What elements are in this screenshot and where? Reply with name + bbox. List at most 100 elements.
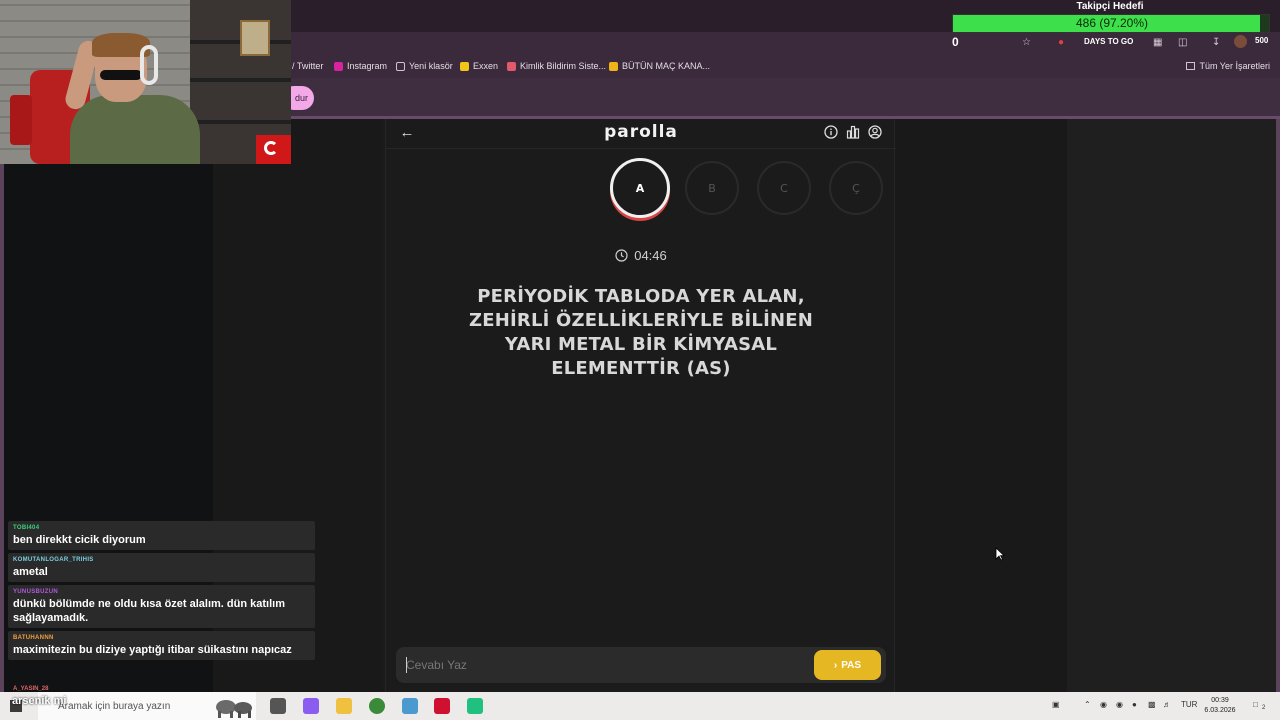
info-icon[interactable] — [824, 125, 838, 139]
chat-text: ametal — [13, 566, 48, 578]
chat-username: KOMUTANLOGAR_TRIHIS — [13, 557, 94, 563]
chrome-icon[interactable] — [369, 698, 385, 714]
follower-goal-title: Takipçi Hedefi — [1076, 1, 1144, 12]
task-view-icon[interactable] — [270, 698, 286, 714]
letter-label: Ç — [852, 181, 860, 195]
copilot-icon[interactable] — [303, 698, 319, 714]
instagram-icon — [334, 61, 343, 71]
answer-input[interactable] — [406, 655, 796, 675]
right-panel — [1067, 119, 1280, 692]
chat-text: ben direkkt cicik diyorum — [13, 534, 146, 546]
shelf-plank — [190, 78, 291, 82]
bookmark-label: Instagram — [347, 61, 388, 71]
language-indicator[interactable]: TUR — [1181, 700, 1197, 709]
taskbar: Aramak için buraya yazın ▣ ⌃ ◉ ◉ ● ▩ ♬ T… — [0, 692, 1280, 720]
question-text: PERİYODİK TABLODA YER ALAN, ZEHİRLİ ÖZEL… — [468, 286, 814, 379]
strip-pill-label: dur — [294, 93, 308, 103]
letter-label: A — [635, 181, 645, 195]
profile-avatar[interactable] — [1234, 35, 1247, 48]
folder-icon — [396, 61, 405, 71]
elephants-icon — [216, 700, 252, 718]
count-badge: 500 — [1255, 36, 1269, 45]
mouse-cursor-icon — [995, 547, 1005, 561]
all-bookmarks[interactable]: Tüm Yer İşaretleri — [1186, 61, 1270, 71]
sunglasses — [100, 70, 142, 80]
star-icon[interactable]: ☆ — [1022, 36, 1031, 48]
picture-frame — [240, 20, 270, 56]
search-placeholder: Aramak için buraya yazın — [58, 700, 171, 712]
bookmark-instagram[interactable]: Instagram — [334, 61, 387, 71]
game-header: ← parolla — [386, 119, 896, 149]
clock-date: 6.03.2026 — [1204, 707, 1236, 714]
clock-time: 00:39 — [1211, 697, 1229, 704]
jp-icon — [609, 61, 618, 71]
bookmark-twitter[interactable]: / Twitter — [292, 61, 323, 71]
file-explorer-icon[interactable] — [336, 698, 352, 714]
monitor-icon[interactable]: ▣ — [1052, 700, 1060, 709]
chat-text: maximitezin bu diziye yaptığı itibar süi… — [13, 644, 292, 656]
network-icon[interactable]: ▩ — [1148, 700, 1156, 709]
letter-circle-c: C — [757, 161, 811, 215]
screen: / Twitter Instagram Yeni klasör Exxen Ki… — [0, 0, 1280, 720]
extension-icon[interactable]: ● — [1058, 36, 1064, 48]
letter-circle-a: A — [610, 158, 670, 218]
folder-icon — [1186, 62, 1196, 70]
app-icon[interactable] — [402, 698, 418, 714]
bookmark-kimlik[interactable]: Kimlik Bildirim Siste... — [507, 61, 606, 71]
chat-username: TOBI404 — [13, 525, 40, 531]
bookmark-label: Yeni klasör — [409, 61, 453, 71]
chat-message: KOMUTANLOGAR_TRIHIS ametal — [8, 553, 315, 582]
exxen-icon — [460, 61, 469, 71]
left-edge — [0, 119, 4, 692]
follower-goal-text: 486 (97.20%) — [1075, 16, 1149, 30]
parolla-game: ← parolla A B C Ç 04:46 PERİYODİK TABLOD… — [385, 119, 896, 692]
bookmark-label: BÜTÜN MAÇ KANA... — [622, 61, 711, 71]
chevron-up-icon[interactable]: ⌃ — [1084, 700, 1091, 709]
letter-circle-cc: Ç — [829, 161, 883, 215]
overlay-chat-text: arsenik mi — [12, 695, 67, 707]
right-edge — [1276, 119, 1280, 692]
chat-username: BATUHANNN — [13, 635, 54, 641]
timer-value: 04:46 — [634, 248, 667, 263]
bookmark-label: / Twitter — [292, 61, 324, 71]
notification-count: 2 — [1262, 705, 1266, 711]
game-logo: parolla — [604, 122, 678, 142]
goal-counter: 0 — [952, 35, 959, 49]
days-to-go-badge[interactable]: DAYS TO GO — [1082, 36, 1136, 47]
clock[interactable]: 00:39 6.03.2026 — [1200, 696, 1240, 716]
chat-message: BATUHANNN maximitezin bu diziye yaptığı … — [8, 631, 315, 660]
profile-icon[interactable] — [868, 125, 882, 139]
chat-overlay: TOBI404 ben direkkt cicik diyorum KOMUTA… — [8, 521, 315, 663]
webcam-feed — [0, 0, 291, 164]
bookmark-label: Kimlik Bildirim Siste... — [520, 61, 607, 71]
bookmark-folder[interactable]: Yeni klasör — [396, 61, 453, 71]
notification-icon[interactable]: □ — [1253, 700, 1258, 709]
tray-icon[interactable]: ◉ — [1100, 700, 1107, 709]
app-green-icon[interactable] — [467, 698, 483, 714]
chat-message: YUNUSBUZUN dünkü bölümde ne oldu kısa öz… — [8, 585, 315, 628]
chat-text: dünkü bölümde ne oldu kısa özet alalım. … — [13, 598, 285, 624]
streamer-body — [70, 95, 200, 164]
volume-icon[interactable]: ♬ — [1163, 700, 1171, 709]
link-icon — [507, 61, 516, 71]
follower-goal-bar: 486 (97.20%) — [952, 14, 1270, 33]
shelf-plank — [190, 120, 291, 124]
download-icon[interactable]: ↧ — [1212, 36, 1220, 48]
puzzle-icon[interactable]: ◫ — [1178, 36, 1187, 48]
bookmark-exxen[interactable]: Exxen — [460, 61, 498, 71]
chat-username: YUNUSBUZUN — [13, 589, 58, 595]
chevron-right-icon: › — [833, 659, 838, 671]
grid-icon[interactable]: ▦ — [1153, 36, 1162, 48]
bookmark-mac-kanal[interactable]: BÜTÜN MAÇ KANA... — [609, 61, 710, 71]
tray-icon[interactable]: ◉ — [1116, 700, 1123, 709]
microphone-icon[interactable]: ● — [1132, 700, 1137, 709]
all-bookmarks-label: Tüm Yer İşaretleri — [1199, 61, 1270, 71]
letter-label: C — [780, 181, 788, 195]
pass-button[interactable]: › PAS — [814, 650, 881, 680]
stats-icon[interactable] — [846, 125, 860, 139]
answer-bar: › PAS — [396, 647, 886, 683]
crescent-icon — [264, 141, 278, 155]
app-red-icon[interactable] — [434, 698, 450, 714]
chat-message: TOBI404 ben direkkt cicik diyorum — [8, 521, 315, 550]
bottle — [10, 95, 32, 145]
